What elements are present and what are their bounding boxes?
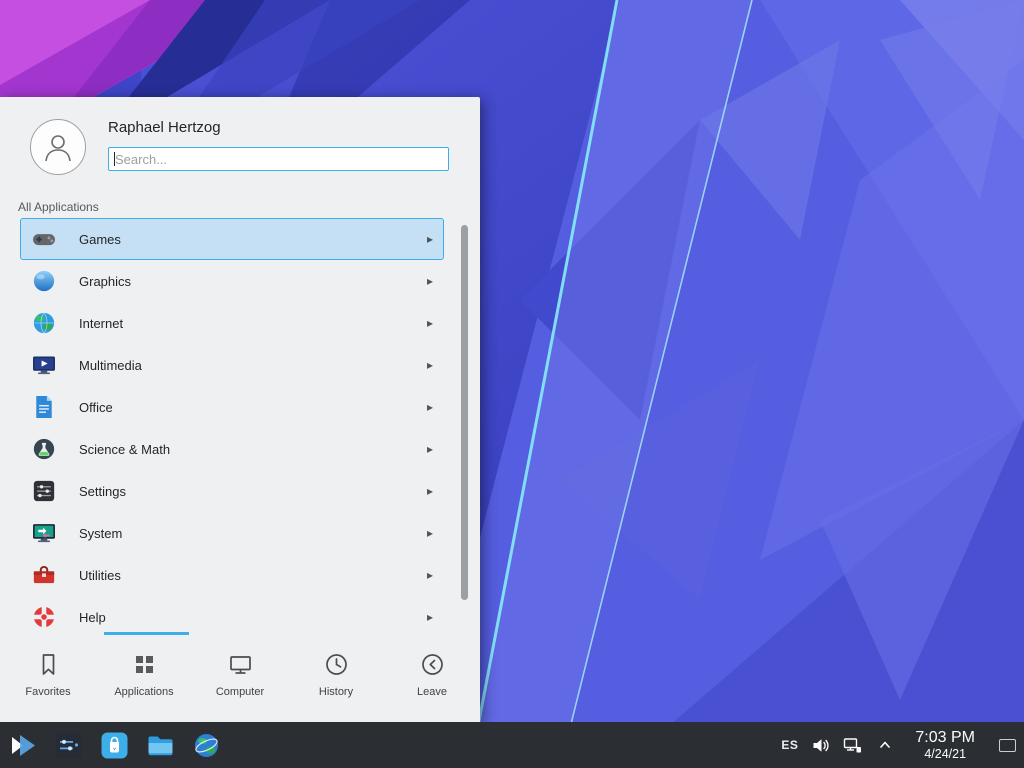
application-launcher-button[interactable] (8, 731, 37, 760)
launcher-header: Raphael Hertzog (0, 97, 480, 193)
computer-icon (227, 651, 254, 678)
grid-icon (131, 651, 158, 678)
settings-icon (31, 478, 57, 504)
tab-leave[interactable]: Leave (384, 635, 480, 722)
graphics-icon (31, 268, 57, 294)
category-settings[interactable]: Settings ▸ (20, 470, 444, 512)
show-desktop-icon (999, 739, 1016, 752)
text-caret (114, 152, 115, 166)
utilities-icon (31, 562, 57, 588)
submenu-arrow-icon: ▸ (427, 316, 433, 330)
kde-launcher-icon (8, 731, 37, 760)
submenu-arrow-icon: ▸ (427, 400, 433, 414)
category-games[interactable]: Games ▸ (20, 218, 444, 260)
tab-history[interactable]: History (288, 635, 384, 722)
user-icon (41, 130, 75, 164)
submenu-arrow-icon: ▸ (427, 232, 433, 246)
digital-clock[interactable]: 7:03 PM 4/24/21 (915, 729, 975, 762)
submenu-arrow-icon: ▸ (427, 568, 433, 582)
category-help[interactable]: Help ▸ (20, 596, 444, 632)
tab-applications[interactable]: Applications (96, 635, 192, 722)
multimedia-icon (31, 352, 57, 378)
submenu-arrow-icon: ▸ (427, 442, 433, 456)
submenu-arrow-icon: ▸ (427, 274, 433, 288)
section-label: All Applications (18, 200, 99, 214)
games-icon (31, 226, 57, 252)
show-desktop-button[interactable] (996, 728, 1018, 762)
discover-software-icon[interactable] (100, 731, 129, 760)
category-utilities[interactable]: Utilities ▸ (20, 554, 444, 596)
category-graphics[interactable]: Graphics ▸ (20, 260, 444, 302)
tray-expand-icon[interactable] (875, 736, 894, 755)
desktop: Raphael Hertzog All Applications (0, 0, 1024, 768)
category-internet[interactable]: Internet ▸ (20, 302, 444, 344)
user-name: Raphael Hertzog (108, 119, 221, 136)
category-multimedia[interactable]: Multimedia ▸ (20, 344, 444, 386)
system-tray: ES 7:03 PM (781, 722, 1024, 768)
volume-icon[interactable] (811, 736, 830, 755)
internet-icon (31, 310, 57, 336)
office-icon (31, 394, 57, 420)
application-launcher-menu: Raphael Hertzog All Applications (0, 97, 480, 722)
search-input[interactable] (108, 147, 449, 171)
file-manager-icon[interactable] (146, 731, 175, 760)
keyboard-layout-indicator[interactable]: ES (781, 738, 798, 752)
scrollbar[interactable] (461, 225, 468, 600)
tab-favorites[interactable]: Favorites (0, 635, 96, 722)
taskbar-panel: ES 7:03 PM (0, 722, 1024, 768)
terminal-icon[interactable] (54, 731, 83, 760)
clock-date: 4/24/21 (924, 747, 966, 761)
user-avatar[interactable] (30, 119, 86, 175)
submenu-arrow-icon: ▸ (427, 484, 433, 498)
submenu-arrow-icon: ▸ (427, 358, 433, 372)
category-office[interactable]: Office ▸ (20, 386, 444, 428)
tab-computer[interactable]: Computer (192, 635, 288, 722)
category-list: Games ▸ Graphics ▸ (20, 218, 444, 632)
submenu-arrow-icon: ▸ (427, 610, 433, 624)
system-icon (31, 520, 57, 546)
clock-icon (323, 651, 350, 678)
science-math-icon (31, 436, 57, 462)
clock-time: 7:03 PM (915, 729, 975, 747)
leave-icon (419, 651, 446, 678)
category-science-math[interactable]: Science & Math ▸ (20, 428, 444, 470)
category-system[interactable]: System ▸ (20, 512, 444, 554)
submenu-arrow-icon: ▸ (427, 526, 433, 540)
launcher-tabbar: Favorites Applications Computer (0, 635, 480, 722)
network-icon[interactable] (843, 736, 862, 755)
bookmark-icon (35, 651, 62, 678)
help-icon (31, 604, 57, 630)
web-browser-icon[interactable] (192, 731, 221, 760)
